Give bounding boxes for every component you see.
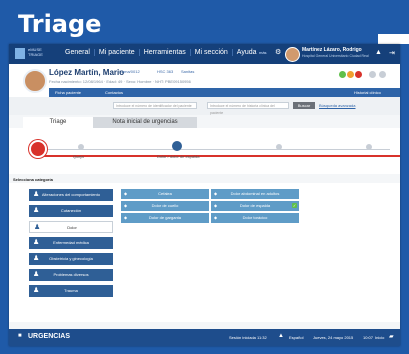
category-dolor[interactable]: ♟ Dolor (29, 221, 113, 233)
pin-icon: ◆ (124, 215, 128, 220)
patient-info: Fecha nacimiento: 12/08/1964 · Edad: 49 … (49, 79, 191, 84)
category-section-label: Selecciona categoría (13, 177, 53, 182)
more-menu[interactable]: más (259, 50, 267, 55)
top-bar: eMUSE TRIAGE General Mi paciente Herrami… (9, 44, 400, 64)
subcategory-dolor-espalda[interactable]: ◆ Dolor de espalda ✓ (211, 201, 299, 211)
patient-avatar-icon (29, 140, 47, 158)
category-trauma[interactable]: ♟ Trauma (29, 285, 113, 297)
category-enfermedad[interactable]: ♟ Enfermedad médica (29, 237, 113, 249)
pin-icon: ◆ (214, 191, 218, 196)
subcategory-dolor-toracico[interactable]: ◆ Dolor torácico (211, 213, 299, 223)
step-4[interactable] (366, 144, 372, 150)
patient-room: HSC 363 (157, 69, 174, 74)
advanced-search-link[interactable]: Búsqueda avanzada (319, 103, 355, 108)
subcategory-dolor-garganta[interactable]: ◆ Dolor de garganta (121, 213, 209, 223)
app-logo-icon[interactable] (15, 48, 25, 59)
tab-nota-inicial[interactable]: Nota inicial de urgencias (93, 117, 197, 128)
status-dot-green[interactable] (339, 71, 346, 78)
form-tabs: Triage Nota inicial de urgencias (9, 115, 400, 128)
banner-title: Triage (18, 10, 102, 38)
app-logo-text: eMUSE TRIAGE (28, 47, 43, 57)
step-label-dolor: Dolor / dolor de espalda (157, 154, 200, 159)
tab-historial-clinico[interactable]: Historial clínico (354, 90, 381, 95)
home-link[interactable]: Inicio (375, 335, 384, 340)
category-alteraciones[interactable]: ♟ Alteraciones del comportamiento (29, 189, 113, 201)
gear-icon[interactable]: ⚙ (275, 48, 281, 56)
tab-triage[interactable]: Triage (23, 117, 93, 128)
patient-header: López Martín, Mario Fecha nacimiento: 12… (9, 64, 400, 97)
tab-ficha-paciente[interactable]: Ficha paciente (55, 90, 81, 95)
patient-id-input[interactable]: Introduce el número de identificador del… (113, 102, 197, 109)
nav-mi-paciente[interactable]: Mi paciente (95, 49, 140, 56)
nav-mi-seccion[interactable]: Mi sección (191, 49, 233, 56)
user-avatar[interactable] (285, 47, 300, 62)
logout-icon[interactable]: ⇥ (389, 49, 395, 57)
category-obstetricia[interactable]: ♟ Obstetricia y ginecología (29, 253, 113, 265)
patient-name: López Martín, Mario (49, 68, 125, 77)
chat-icon[interactable]: ▰ (389, 333, 394, 340)
footer-time: 10:07 (363, 335, 374, 340)
patient-bed: Cama/0012 (119, 69, 140, 74)
pin-icon: ◆ (124, 191, 128, 196)
step-3[interactable] (276, 144, 282, 150)
tab-contactos[interactable]: Contactos (105, 90, 123, 95)
progress-line (35, 155, 400, 157)
banner: Triage (0, 0, 409, 44)
main-nav: General Mi paciente Herramientas Mi secc… (61, 49, 261, 56)
search-button[interactable]: Buscar (293, 102, 315, 109)
corner-decoration (378, 34, 409, 44)
subcategory-dolor-abdominal[interactable]: ◆ Dolor abdominal en adultos (211, 189, 299, 199)
pin-icon: ◆ (214, 203, 218, 208)
user-subtitle: Hospital General Universitario Ciudad Re… (302, 54, 369, 58)
pin-icon: ◆ (214, 215, 218, 220)
patient-photo (23, 69, 47, 93)
footer-date: Jueves, 24 mayo 2015 (313, 335, 354, 340)
step-dolor[interactable] (172, 141, 182, 151)
lock-icon[interactable]: ■ (18, 333, 22, 339)
status-dot-gray-1[interactable] (369, 71, 376, 78)
upload-icon[interactable]: ▲ (278, 333, 284, 339)
step-queja[interactable] (78, 144, 84, 150)
footer-bar: ■ URGENCIAS Sesión iniciada 11:32 ▲ Espa… (9, 329, 400, 346)
patient-insurance: Sanitas (181, 69, 195, 74)
step-label-queja: Queja (73, 154, 84, 159)
nav-ayuda[interactable]: Ayuda (233, 49, 261, 56)
patient-tabs-bar: Ficha paciente Contactos Historial clíni… (49, 88, 400, 97)
search-row: Introduce el número de identificador del… (9, 97, 400, 115)
session-info: Sesión iniciada 11:32 (229, 335, 267, 340)
footer-title: URGENCIAS (28, 333, 71, 340)
subcategory-dolor-cuello[interactable]: ◆ Dolor de cuello (121, 201, 209, 211)
subcategory-cefalea[interactable]: ◆ Cefalea (121, 189, 209, 199)
pin-icon: ◆ (124, 203, 128, 208)
category-problemas[interactable]: ♟ Problemas diversos (29, 269, 113, 281)
status-dot-orange[interactable] (347, 71, 354, 78)
category-cutaneacion[interactable]: ♟ Cutaneción (29, 205, 113, 217)
progress-track (35, 149, 390, 150)
nav-herramientas[interactable]: Herramientas (140, 49, 191, 56)
check-icon: ✓ (292, 203, 297, 208)
language-selector[interactable]: Español (289, 335, 303, 340)
status-dot-red[interactable] (355, 71, 362, 78)
user-name: Martínez Lázaro, Rodrigo (302, 47, 362, 53)
category-area: ♟ Alteraciones del comportamiento ♟ Cuta… (9, 183, 400, 322)
triage-progress: Queja Dolor / dolor de espalda (9, 128, 400, 174)
upload-icon[interactable]: ▲ (375, 49, 382, 56)
nav-general[interactable]: General (61, 49, 95, 56)
history-number-input[interactable]: Introduce el número de historia clínica … (207, 102, 289, 115)
status-dot-gray-2[interactable] (379, 71, 386, 78)
app-window: eMUSE TRIAGE General Mi paciente Herrami… (9, 44, 400, 346)
